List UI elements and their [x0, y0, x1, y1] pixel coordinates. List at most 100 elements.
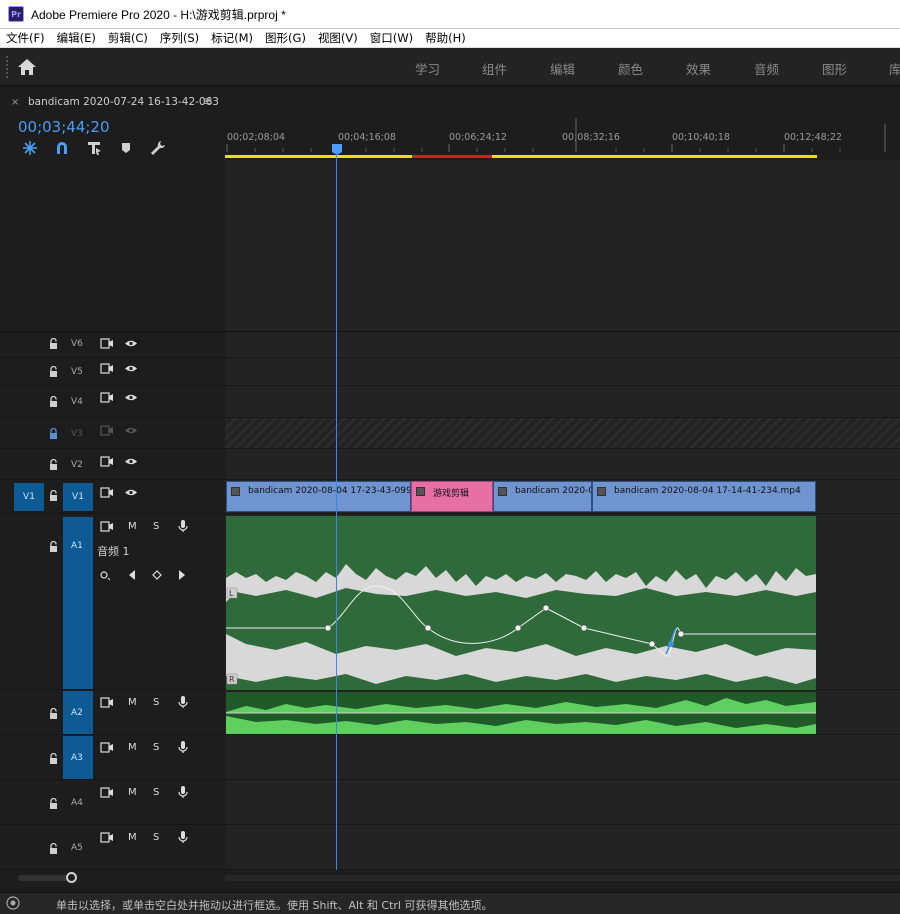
track-header-a2[interactable]: A2 M S: [0, 690, 225, 735]
track-lane-a4[interactable]: [225, 780, 900, 825]
sequence-name[interactable]: bandicam 2020-07-24 16-13-42-063: [28, 96, 219, 108]
lock-icon[interactable]: [49, 396, 58, 407]
track-lane-a3[interactable]: [225, 735, 900, 780]
lock-icon[interactable]: [49, 338, 58, 349]
solo-button[interactable]: S: [153, 832, 159, 843]
camera-icon[interactable]: [100, 697, 114, 708]
mute-button[interactable]: M: [128, 787, 137, 798]
playhead-timecode[interactable]: 00;03;44;20: [18, 118, 110, 136]
track-header-v3[interactable]: V3: [0, 418, 225, 449]
sequence-tab[interactable]: × bandicam 2020-07-24 16-13-42-063 ≡: [0, 88, 900, 116]
add-keyframe-icon[interactable]: [152, 570, 162, 580]
track-lane-v2[interactable]: [225, 449, 900, 480]
track-header-a1[interactable]: A1 M S 音频 1: [0, 514, 225, 690]
lock-icon[interactable]: [49, 366, 58, 377]
video-clip[interactable]: bandicam 2020-08-04 17-14-41-234.mp4: [592, 481, 816, 512]
lock-icon[interactable]: [49, 541, 58, 552]
menu-clip[interactable]: 剪辑(C): [102, 30, 154, 46]
track-header-v6[interactable]: V6: [0, 332, 225, 358]
track-header-v4[interactable]: V4: [0, 386, 225, 418]
camera-icon[interactable]: [100, 487, 114, 498]
previous-keyframe-icon[interactable]: [129, 570, 135, 580]
track-lane-a5[interactable]: [225, 825, 900, 870]
track-header-a5[interactable]: A5 M S: [0, 825, 225, 870]
workspace-tab-color[interactable]: 颜色: [618, 59, 643, 78]
menu-edit[interactable]: 编辑(E): [51, 30, 102, 46]
menu-view[interactable]: 视图(V): [312, 30, 364, 46]
video-clip[interactable]: bandicam 2020-0: [493, 481, 592, 512]
mute-button[interactable]: M: [128, 521, 137, 532]
eye-icon[interactable]: [124, 457, 138, 466]
menu-window[interactable]: 窗口(W): [364, 30, 419, 46]
eye-icon[interactable]: [124, 426, 138, 435]
track-header-v1[interactable]: V1 V1: [0, 480, 225, 514]
close-icon[interactable]: ×: [11, 97, 19, 108]
volume-keyframe[interactable]: [514, 624, 522, 632]
volume-keyframe[interactable]: [648, 640, 656, 648]
camera-icon[interactable]: [100, 521, 114, 532]
video-clip[interactable]: bandicam 2020-08-04 17-23-43-099.mp4: [226, 481, 411, 512]
mute-button[interactable]: M: [128, 697, 137, 708]
magnet-icon[interactable]: [54, 140, 70, 156]
track-target-v1[interactable]: V1: [63, 483, 93, 511]
track-header-a3[interactable]: A3 M S: [0, 735, 225, 780]
camera-icon[interactable]: [100, 392, 114, 403]
solo-button[interactable]: S: [153, 697, 159, 708]
playhead-line[interactable]: [336, 152, 337, 870]
workspace-tab-libraries[interactable]: 库: [889, 59, 900, 78]
mute-button[interactable]: M: [128, 832, 137, 843]
track-header-a4[interactable]: A4 M S: [0, 780, 225, 825]
audio-clip-a1[interactable]: L R: [226, 516, 817, 690]
marker-icon[interactable]: [118, 140, 134, 156]
mic-icon[interactable]: [178, 830, 188, 844]
solo-button[interactable]: S: [153, 787, 159, 798]
track-lane-v3-locked[interactable]: [225, 418, 900, 449]
menu-graphics[interactable]: 图形(G): [259, 30, 312, 46]
track-lane-v5[interactable]: [225, 358, 900, 386]
time-ruler[interactable]: 00;02;08;04 00;04;16;08 00;06;24;12 00;0…: [225, 118, 900, 160]
track-label[interactable]: 音频 1: [97, 543, 130, 559]
camera-icon[interactable]: [100, 456, 114, 467]
volume-keyframe[interactable]: [677, 630, 685, 638]
camera-icon[interactable]: [100, 363, 114, 374]
next-keyframe-icon[interactable]: [179, 570, 185, 580]
lock-icon[interactable]: [49, 798, 58, 809]
workspace-tab-effects[interactable]: 效果: [686, 59, 711, 78]
menu-file[interactable]: 文件(F): [0, 30, 51, 46]
menu-sequence[interactable]: 序列(S): [154, 30, 205, 46]
eye-icon[interactable]: [124, 393, 138, 402]
camera-icon[interactable]: [100, 832, 114, 843]
menu-help[interactable]: 帮助(H): [419, 30, 472, 46]
zoom-scrollbar-handle[interactable]: [66, 872, 77, 883]
keyframe-icon[interactable]: [100, 571, 111, 581]
menu-markers[interactable]: 标记(M): [205, 30, 259, 46]
mic-icon[interactable]: [178, 519, 188, 533]
volume-keyframe[interactable]: [324, 624, 332, 632]
camera-icon[interactable]: [100, 338, 114, 349]
playhead-handle[interactable]: [332, 144, 342, 155]
track-header-v2[interactable]: V2: [0, 449, 225, 480]
workspace-tab-assembly[interactable]: 组件: [482, 59, 507, 78]
eye-icon[interactable]: [124, 364, 138, 373]
camera-icon[interactable]: [100, 425, 114, 436]
workspace-tab-graphics[interactable]: 图形: [822, 59, 847, 78]
lock-icon[interactable]: [49, 753, 58, 764]
workspace-tab-audio[interactable]: 音频: [754, 59, 779, 78]
lock-icon[interactable]: [49, 708, 58, 719]
zoom-scrollbar-track[interactable]: [18, 875, 72, 881]
eye-icon[interactable]: [124, 339, 138, 348]
snap-icon[interactable]: [22, 140, 38, 156]
lock-icon[interactable]: [49, 428, 58, 439]
lock-icon[interactable]: [49, 490, 58, 501]
workspace-tab-editing[interactable]: 编辑: [550, 59, 575, 78]
volume-keyframe[interactable]: [424, 624, 432, 632]
track-header-v5[interactable]: V5: [0, 358, 225, 386]
nested-sequence-clip[interactable]: 游戏剪辑: [411, 481, 493, 512]
source-patch-v1[interactable]: V1: [14, 483, 44, 511]
mic-icon[interactable]: [178, 695, 188, 709]
horizontal-scrollbar[interactable]: [225, 875, 900, 881]
mic-icon[interactable]: [178, 785, 188, 799]
eye-icon[interactable]: [124, 488, 138, 497]
panel-menu-icon[interactable]: ≡: [203, 94, 213, 108]
camera-icon[interactable]: [100, 787, 114, 798]
